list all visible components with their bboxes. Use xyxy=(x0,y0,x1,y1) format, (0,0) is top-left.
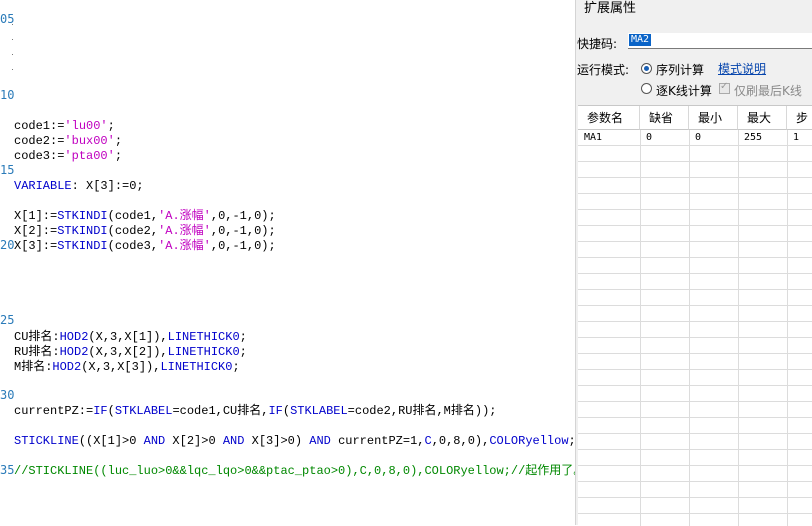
refresh-last-checkbox[interactable] xyxy=(719,81,730,94)
table-cell[interactable]: 1 xyxy=(793,130,799,145)
code-editor[interactable]: 05 10 15 20 25 30 35 code1:='lu00'; code… xyxy=(0,0,575,525)
code-line: code3:='pta00'; xyxy=(14,149,123,163)
table-row[interactable] xyxy=(578,450,812,466)
column-header[interactable]: 最大 xyxy=(738,106,787,130)
column-header[interactable]: 缺省 xyxy=(640,106,689,130)
table-row[interactable] xyxy=(578,146,812,162)
tick-mode-radio[interactable] xyxy=(641,83,652,94)
table-row[interactable] xyxy=(578,338,812,354)
line-marker xyxy=(12,54,13,55)
table-row[interactable] xyxy=(578,194,812,210)
sequence-mode-radio[interactable] xyxy=(641,63,652,74)
table-row[interactable] xyxy=(578,370,812,386)
code-line: X[2]:=STKINDI(code2,'A.涨幅',0,-1,0); xyxy=(14,224,276,238)
table-row[interactable] xyxy=(578,402,812,418)
code-line: STICKLINE((X[1]>0 AND X[2]>0 AND X[3]>0)… xyxy=(14,434,575,448)
column-header[interactable]: 参数名 xyxy=(578,106,640,130)
table-row[interactable] xyxy=(578,274,812,290)
line-number: 25 xyxy=(0,313,15,327)
line-number: 35 xyxy=(0,463,15,477)
code-line: X[1]:=STKINDI(code1,'A.涨幅',0,-1,0); xyxy=(14,209,276,223)
code-line: code2:='bux00'; xyxy=(14,134,123,148)
panel-title: 扩展属性 xyxy=(584,1,637,16)
column-header[interactable]: 步 xyxy=(787,106,812,130)
line-number-gutter: 05 10 15 20 25 30 35 xyxy=(0,0,15,525)
code-line: M排名:HOD2(X,3,X[3]),LINETHICK0; xyxy=(14,360,240,374)
code-line: currentPZ:=IF(STKLABEL=code1,CU排名,IF(STK… xyxy=(14,404,497,418)
table-row[interactable] xyxy=(578,306,812,322)
table-row[interactable] xyxy=(578,322,812,338)
line-marker xyxy=(12,39,13,40)
column-header[interactable]: 最小 xyxy=(689,106,738,130)
code-line: CU排名:HOD2(X,3,X[1]),LINETHICK0; xyxy=(14,330,247,344)
table-row[interactable] xyxy=(578,354,812,370)
table-row[interactable] xyxy=(578,242,812,258)
extended-properties-panel: 扩展属性 快捷码: MA2 运行模式: 序列计算 模式说明 逐K线计算 仅刷最后… xyxy=(577,0,812,526)
code-line: X[3]:=STKINDI(code3,'A.涨幅',0,-1,0); xyxy=(14,239,276,253)
line-marker xyxy=(12,69,13,70)
line-number: 15 xyxy=(0,163,15,177)
table-cell[interactable]: 255 xyxy=(744,130,762,145)
table-row[interactable] xyxy=(578,434,812,450)
line-marker xyxy=(12,24,13,25)
tick-mode-label[interactable]: 逐K线计算 xyxy=(656,82,712,99)
table-row[interactable] xyxy=(578,386,812,402)
table-row[interactable] xyxy=(578,178,812,194)
code-line: RU排名:HOD2(X,3,X[2]),LINETHICK0; xyxy=(14,345,247,359)
code-line: VARIABLE: X[3]:=0; xyxy=(14,179,144,193)
table-cell[interactable]: 0 xyxy=(646,130,652,145)
table-row[interactable] xyxy=(578,258,812,274)
parameter-grid[interactable]: 参数名 缺省 最小 最大 步 MA1 0 0 255 1 xyxy=(578,105,812,526)
shortcut-value: MA2 xyxy=(629,34,652,46)
table-cell[interactable]: 0 xyxy=(695,130,701,145)
table-cell[interactable]: MA1 xyxy=(584,130,602,145)
run-mode-label: 运行模式: xyxy=(577,63,630,77)
table-row[interactable] xyxy=(578,482,812,498)
sequence-mode-label[interactable]: 序列计算 xyxy=(656,61,704,78)
table-row[interactable] xyxy=(578,418,812,434)
code-line: //STICKLINE((luc_luo>0&&lqc_lqo>0&&ptac_… xyxy=(14,464,575,478)
table-row[interactable] xyxy=(578,210,812,226)
table-row[interactable]: MA1 0 0 255 1 xyxy=(578,130,812,146)
table-row[interactable] xyxy=(578,498,812,514)
table-row[interactable] xyxy=(578,466,812,482)
line-number: 20 xyxy=(0,238,15,252)
mode-help-link[interactable]: 模式说明 xyxy=(718,60,766,77)
refresh-last-label: 仅刷最后K线 xyxy=(734,84,802,98)
table-row[interactable] xyxy=(578,290,812,306)
code-line: code1:='lu00'; xyxy=(14,119,115,133)
line-number: 10 xyxy=(0,88,15,102)
table-row[interactable] xyxy=(578,162,812,178)
table-row[interactable] xyxy=(578,226,812,242)
shortcut-label: 快捷码: xyxy=(577,37,618,51)
shortcut-input[interactable]: MA2 xyxy=(628,33,812,49)
line-number: 30 xyxy=(0,388,15,402)
